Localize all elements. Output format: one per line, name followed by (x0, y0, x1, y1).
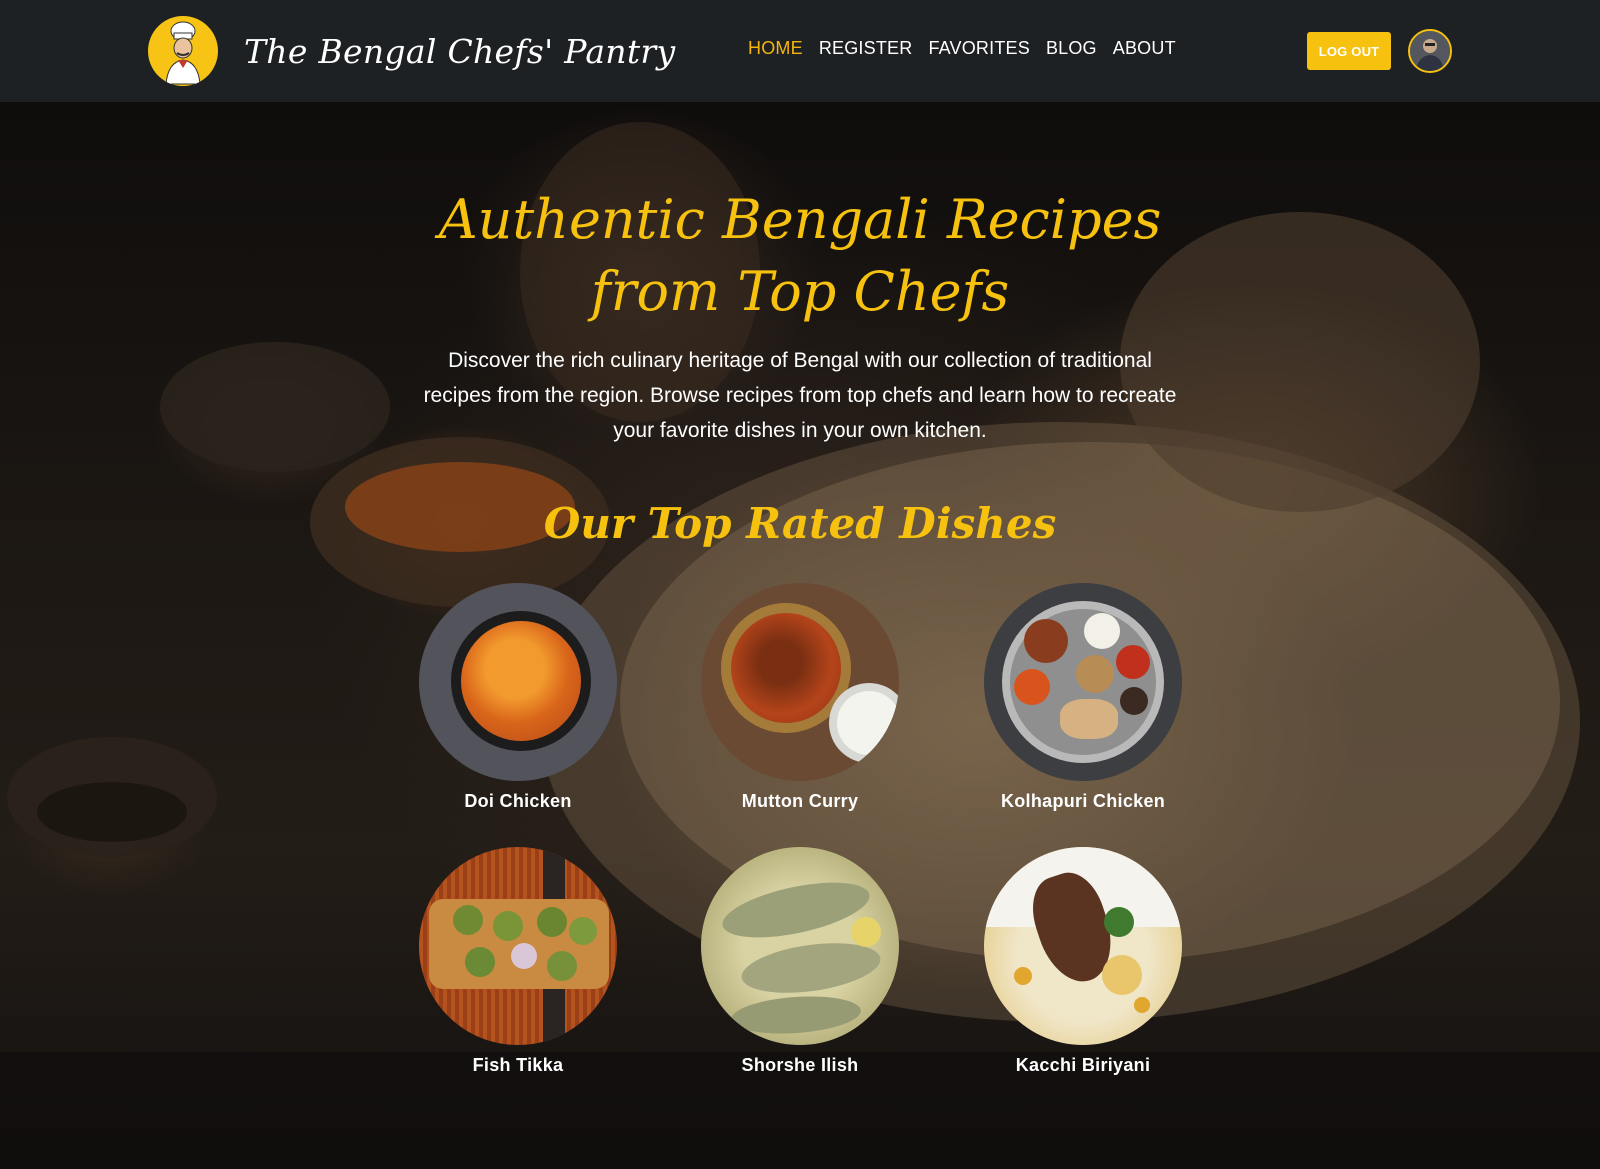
kolhapuri-chicken-image[interactable] (984, 583, 1182, 781)
dish-card-mutton-curry[interactable]: Mutton Curry (700, 583, 900, 812)
nav-home[interactable]: HOME (748, 38, 803, 59)
dish-card-doi-chicken[interactable]: Doi Chicken (418, 583, 618, 812)
nav-about[interactable]: ABOUT (1113, 38, 1176, 59)
fish-tikka-image[interactable] (419, 847, 617, 1045)
hero-description: Discover the rich culinary heritage of B… (423, 349, 1177, 442)
dish-name: Kacchi Biriyani (1015, 1055, 1151, 1075)
brand[interactable]: The Bengal Chefs' Pantry (148, 16, 675, 86)
main-nav: HOME REGISTER FAVORITES BLOG ABOUT (748, 38, 1192, 59)
dish-name: Kolhapuri Chicken (1000, 791, 1166, 811)
mutton-curry-image[interactable] (701, 583, 899, 781)
dish-name: Doi Chicken (464, 791, 572, 811)
top-dishes-title: Our Top Rated Dishes (543, 499, 1057, 548)
hero-title-line-1: Authentic Bengali Recipes (438, 188, 1162, 251)
dish-card-kolhapuri-chicken[interactable]: Kolhapuri Chicken (983, 583, 1183, 812)
hero-title: Authentic Bengali Recipes from Top Chefs (400, 184, 1200, 328)
nav-register[interactable]: REGISTER (819, 38, 913, 59)
shorshe-ilish-image[interactable] (701, 847, 899, 1045)
doi-chicken-image[interactable] (419, 583, 617, 781)
dish-card-fish-tikka[interactable]: Fish Tikka (418, 847, 618, 1076)
dish-card-shorshe-ilish[interactable]: Shorshe Ilish (700, 847, 900, 1076)
hero-background: Authentic Bengali Recipes from Top Chefs… (0, 102, 1600, 1169)
dish-card-kacchi-biriyani[interactable]: Kacchi Biriyani (983, 847, 1183, 1076)
nav-favorites[interactable]: FAVORITES (928, 38, 1030, 59)
kacchi-biriyani-image[interactable] (984, 847, 1182, 1045)
user-avatar[interactable] (1408, 29, 1452, 73)
chef-logo-icon[interactable] (148, 16, 218, 86)
hero-title-line-2: from Top Chefs (590, 260, 1010, 323)
dish-name: Fish Tikka (472, 1055, 564, 1075)
dish-name: Shorshe Ilish (741, 1055, 859, 1075)
nav-blog[interactable]: BLOG (1046, 38, 1097, 59)
top-navbar: The Bengal Chefs' Pantry HOME REGISTER F… (0, 0, 1600, 102)
dish-name: Mutton Curry (741, 791, 859, 811)
brand-name[interactable]: The Bengal Chefs' Pantry (244, 32, 675, 71)
logout-button[interactable]: LOG OUT (1307, 32, 1391, 70)
